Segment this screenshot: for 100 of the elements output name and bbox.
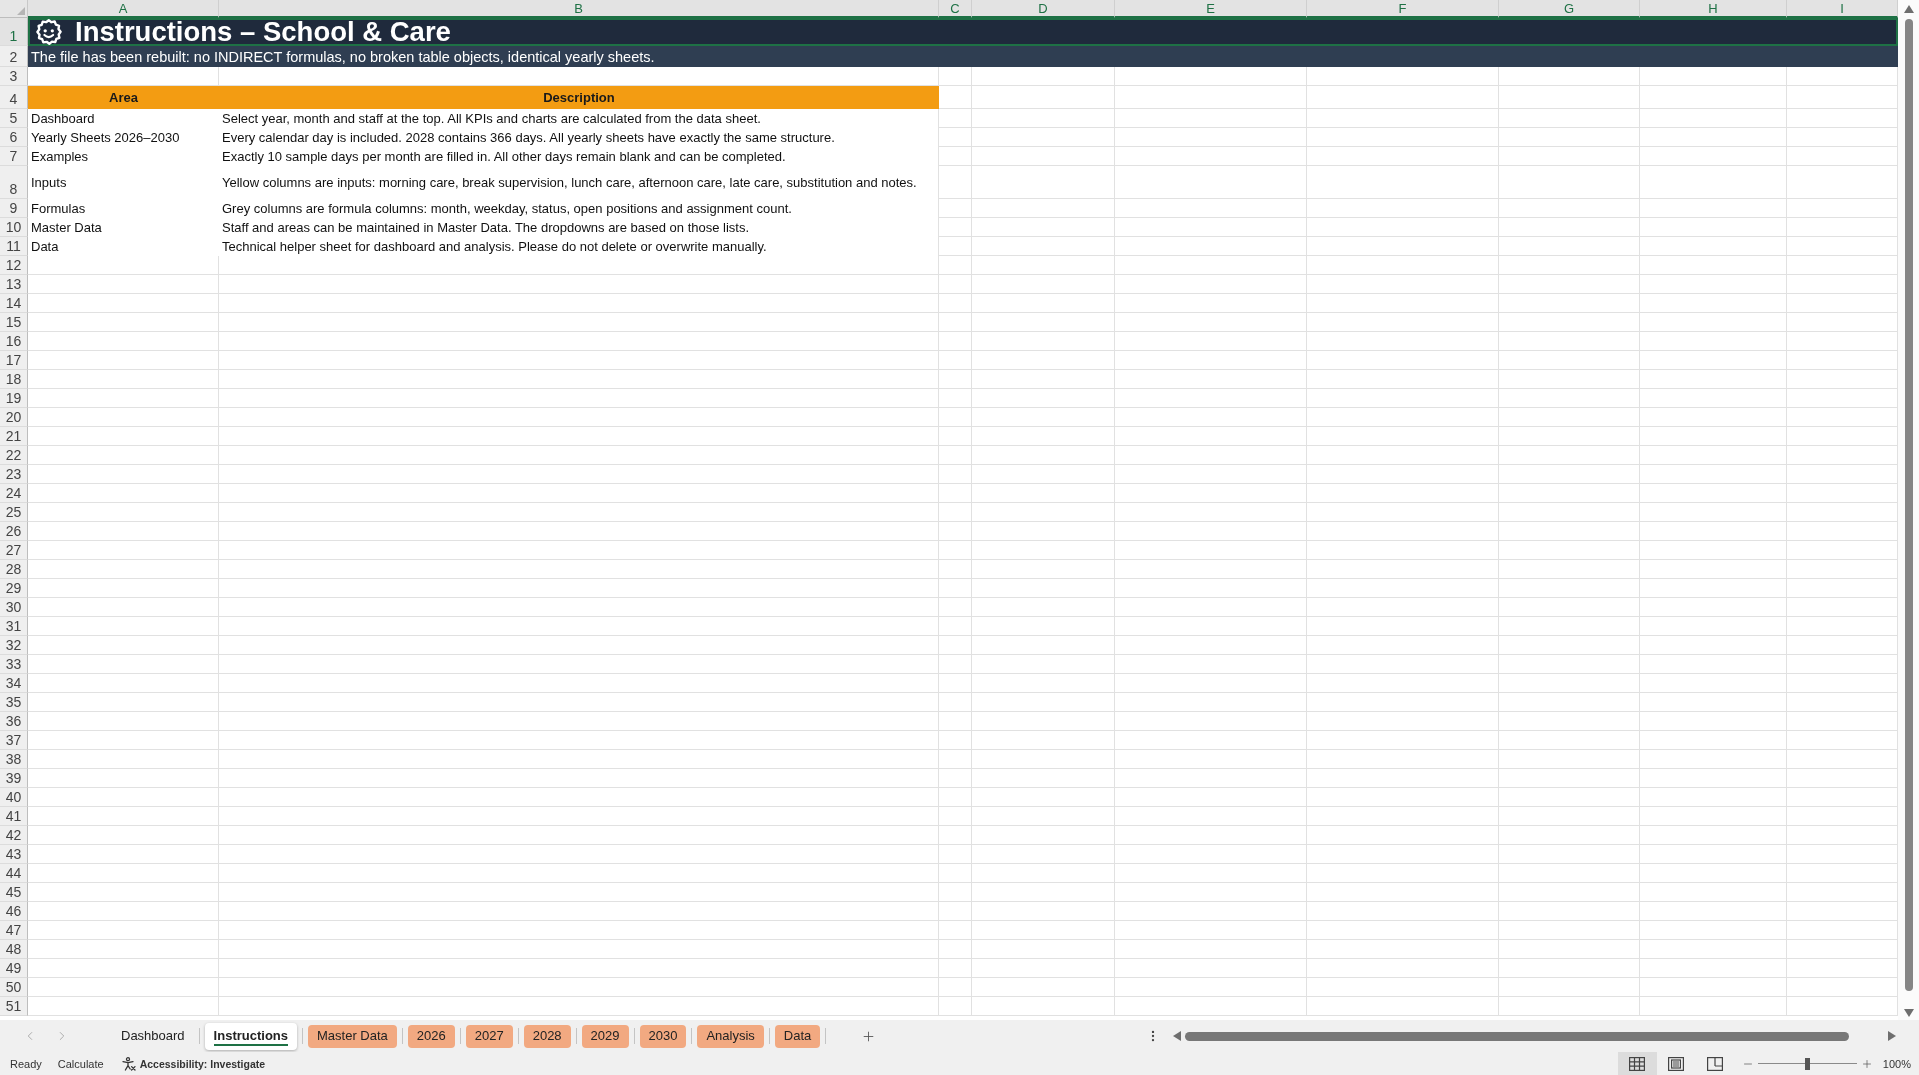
column-header[interactable]: F bbox=[1307, 0, 1499, 18]
page-icon bbox=[1668, 1056, 1685, 1071]
right-triangle-icon[interactable] bbox=[1888, 1031, 1896, 1041]
sheet-tab[interactable]: 2028 bbox=[523, 1024, 571, 1048]
row-header[interactable]: 3 bbox=[0, 67, 28, 86]
column-header[interactable]: A bbox=[28, 0, 219, 18]
row-header[interactable]: 6 bbox=[0, 128, 28, 147]
row-header[interactable]: 12 bbox=[0, 256, 28, 275]
row-header[interactable]: 42 bbox=[0, 826, 28, 845]
column-header[interactable]: D bbox=[972, 0, 1115, 18]
row-header[interactable]: 2 bbox=[0, 46, 28, 67]
row-header[interactable]: 8 bbox=[0, 166, 28, 199]
row-header[interactable]: 31 bbox=[0, 617, 28, 636]
row-header[interactable]: 51 bbox=[0, 997, 28, 1016]
calculate-button[interactable]: Calculate bbox=[57, 1057, 104, 1070]
row-header[interactable]: 37 bbox=[0, 731, 28, 750]
sheet-tab[interactable]: 2029 bbox=[581, 1024, 629, 1048]
sheet-tab[interactable]: 2027 bbox=[465, 1024, 513, 1048]
sheet-tab[interactable]: 2030 bbox=[639, 1024, 687, 1048]
slider-thumb[interactable] bbox=[1805, 1057, 1811, 1070]
row-header[interactable]: 32 bbox=[0, 636, 28, 655]
zoom-level-button[interactable]: 100% bbox=[1882, 1057, 1911, 1070]
sheet-title: Instructions – School & Care bbox=[75, 19, 451, 45]
row-header[interactable]: 23 bbox=[0, 465, 28, 484]
table-cell: Master Data bbox=[28, 218, 219, 237]
row-header[interactable]: 28 bbox=[0, 560, 28, 579]
row-header[interactable]: 38 bbox=[0, 750, 28, 769]
scrollbar-thumb[interactable] bbox=[1904, 19, 1913, 991]
table-cell: Formulas bbox=[28, 199, 219, 218]
row-header[interactable]: 19 bbox=[0, 389, 28, 408]
sheet-tab[interactable]: Data bbox=[774, 1024, 821, 1048]
sheet-tab[interactable]: 2026 bbox=[407, 1024, 455, 1048]
row-header[interactable]: 7 bbox=[0, 147, 28, 166]
row-header[interactable]: 33 bbox=[0, 655, 28, 674]
row-header[interactable]: 34 bbox=[0, 674, 28, 693]
header-cell: Description bbox=[219, 86, 939, 109]
plus-icon bbox=[860, 1028, 876, 1044]
row-header[interactable]: 48 bbox=[0, 940, 28, 959]
column-header[interactable]: E bbox=[1115, 0, 1307, 18]
row-header[interactable]: 30 bbox=[0, 598, 28, 617]
row-header[interactable]: 5 bbox=[0, 109, 28, 128]
header-cell: Area bbox=[28, 86, 219, 109]
row-header[interactable]: 45 bbox=[0, 883, 28, 902]
row-header[interactable]: 17 bbox=[0, 351, 28, 370]
row-header[interactable]: 26 bbox=[0, 522, 28, 541]
row-header[interactable]: 35 bbox=[0, 693, 28, 712]
row-header[interactable]: 36 bbox=[0, 712, 28, 731]
view-button[interactable] bbox=[1617, 1052, 1657, 1075]
down-triangle-icon[interactable] bbox=[1903, 1009, 1914, 1017]
row-header[interactable]: 16 bbox=[0, 332, 28, 351]
column-header[interactable]: G bbox=[1499, 0, 1640, 18]
left-triangle-icon[interactable] bbox=[1173, 1031, 1181, 1041]
table-cell: Yearly Sheets 2026–2030 bbox=[28, 128, 219, 147]
face-icon bbox=[36, 19, 62, 45]
sheet-tab[interactable]: Dashboard bbox=[112, 1024, 194, 1048]
row-header[interactable]: 47 bbox=[0, 921, 28, 940]
accessibility-button[interactable]: Accessibility: Investigate bbox=[121, 1056, 266, 1071]
row-header[interactable]: 50 bbox=[0, 978, 28, 997]
sheet-tab[interactable]: Master Data bbox=[308, 1024, 397, 1048]
column-header[interactable]: H bbox=[1640, 0, 1787, 18]
row-header[interactable]: 44 bbox=[0, 864, 28, 883]
up-triangle-icon[interactable] bbox=[1903, 5, 1914, 13]
scrollbar-thumb[interactable] bbox=[1185, 1031, 1850, 1041]
sheet-tab[interactable]: Analysis bbox=[697, 1024, 764, 1048]
table-cell: Data bbox=[28, 237, 219, 256]
row-header[interactable]: 18 bbox=[0, 370, 28, 389]
row-header[interactable]: 10 bbox=[0, 218, 28, 237]
row-header[interactable]: 15 bbox=[0, 313, 28, 332]
table-cell: Dashboard bbox=[28, 109, 219, 128]
column-header[interactable]: C bbox=[939, 0, 972, 18]
row-header[interactable]: 22 bbox=[0, 446, 28, 465]
row-header[interactable]: 49 bbox=[0, 959, 28, 978]
row-header[interactable]: 29 bbox=[0, 579, 28, 598]
row-header[interactable]: 4 bbox=[0, 86, 28, 109]
row-header[interactable]: 1 bbox=[0, 18, 28, 46]
row-header[interactable]: 13 bbox=[0, 275, 28, 294]
row-header[interactable]: 9 bbox=[0, 199, 28, 218]
row-header[interactable]: 20 bbox=[0, 408, 28, 427]
row-header[interactable]: 11 bbox=[0, 237, 28, 256]
grid-icon bbox=[1629, 1056, 1646, 1071]
plus-icon bbox=[1860, 1057, 1873, 1070]
row-header[interactable]: 25 bbox=[0, 503, 28, 522]
info-banner: The file has been rebuilt: no INDIRECT formulas, no broken table objects, identical yearly sheets. bbox=[28, 46, 1898, 67]
row-header[interactable]: 43 bbox=[0, 845, 28, 864]
split-page-icon bbox=[1707, 1056, 1724, 1071]
accessibility-icon bbox=[121, 1056, 136, 1071]
row-header[interactable]: 24 bbox=[0, 484, 28, 503]
row-header[interactable]: 41 bbox=[0, 807, 28, 826]
column-header[interactable]: B bbox=[219, 0, 939, 18]
row-header[interactable]: 21 bbox=[0, 427, 28, 446]
row-header[interactable]: 40 bbox=[0, 788, 28, 807]
table-cell: Inputs bbox=[28, 166, 219, 199]
row-header[interactable]: 46 bbox=[0, 902, 28, 921]
triangle-icon bbox=[17, 7, 25, 15]
sheet-tab[interactable]: Instructions bbox=[204, 1022, 297, 1050]
status-text: Ready bbox=[10, 1057, 42, 1070]
column-header[interactable]: I bbox=[1787, 0, 1898, 18]
row-header[interactable]: 27 bbox=[0, 541, 28, 560]
row-header[interactable]: 14 bbox=[0, 294, 28, 313]
row-header[interactable]: 39 bbox=[0, 769, 28, 788]
